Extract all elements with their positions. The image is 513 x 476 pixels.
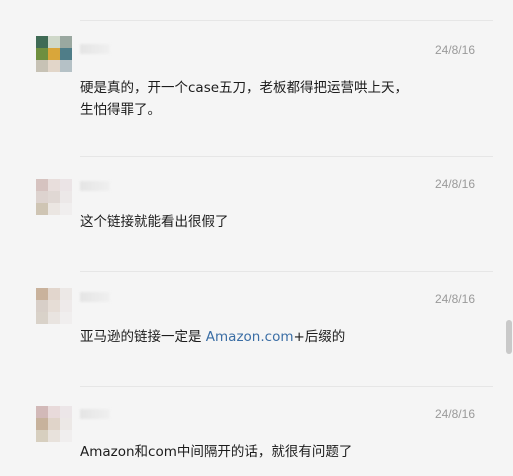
username-blurred[interactable] [80, 292, 110, 302]
avatar-pixel [60, 312, 72, 324]
divider [80, 156, 493, 157]
avatar-pixel [48, 36, 60, 48]
comment-date: 24/8/16 [434, 407, 475, 421]
comment-list: 24/8/16 硬是真的，开一个case五刀，老板都得把运营哄上天，生怕得罪了。… [0, 0, 505, 476]
avatar-pixel [60, 36, 72, 48]
avatar-pixel [60, 300, 72, 312]
comment-date: 24/8/16 [434, 177, 475, 191]
avatar-pixel [36, 179, 48, 191]
amazon-link-text[interactable]: Amazon.com [206, 329, 294, 345]
avatar-pixel [48, 203, 60, 215]
avatar-pixel [60, 48, 72, 60]
comment-text-suffix: +后缀的 [293, 329, 346, 345]
avatar-pixel [36, 406, 48, 418]
avatar-pixel [48, 48, 60, 60]
comment-date: 24/8/16 [434, 292, 475, 306]
avatar-pixel [36, 430, 48, 442]
avatar-pixel [60, 288, 72, 300]
avatar-pixel [36, 191, 48, 203]
comment-text-prefix: 亚马逊的链接一定是 [80, 329, 206, 345]
divider [80, 271, 493, 272]
avatar-pixel [60, 406, 72, 418]
avatar-pixel [48, 288, 60, 300]
avatar-pixel [48, 430, 60, 442]
avatar-pixel [36, 288, 48, 300]
divider [80, 386, 493, 387]
comment-date: 24/8/16 [434, 43, 475, 57]
scrollbar-thumb[interactable] [506, 320, 512, 354]
avatar-pixel [48, 60, 60, 72]
username-blurred[interactable] [80, 44, 110, 54]
avatar-pixel [60, 179, 72, 191]
avatar-pixel [48, 418, 60, 430]
comment-text: 硬是真的，开一个case五刀，老板都得把运营哄上天，生怕得罪了。 [80, 80, 409, 118]
avatar-pixel [60, 191, 72, 203]
divider [80, 20, 493, 21]
avatar-pixel [36, 418, 48, 430]
avatar-pixel [36, 36, 48, 48]
avatar[interactable] [36, 406, 72, 442]
avatar-pixel [48, 406, 60, 418]
comment-text: 亚马逊的链接一定是 Amazon.com+后缀的 [80, 326, 410, 348]
avatar-pixel [48, 312, 60, 324]
avatar-pixel [60, 203, 72, 215]
username-blurred[interactable] [80, 181, 110, 191]
avatar-pixel [36, 300, 48, 312]
avatar-pixel [36, 48, 48, 60]
avatar[interactable] [36, 288, 72, 324]
avatar-pixel [36, 312, 48, 324]
avatar[interactable] [36, 36, 72, 72]
avatar[interactable] [36, 179, 72, 215]
comment-text: Amazon和com中间隔开的话，就很有问题了 [80, 444, 353, 460]
comment-text: 这个链接就能看出很假了 [80, 214, 229, 230]
avatar-pixel [48, 300, 60, 312]
avatar-pixel [60, 418, 72, 430]
avatar-pixel [48, 191, 60, 203]
avatar-pixel [36, 203, 48, 215]
username-blurred[interactable] [80, 409, 110, 419]
avatar-pixel [36, 60, 48, 72]
avatar-pixel [48, 179, 60, 191]
scrollbar-track[interactable] [505, 0, 513, 476]
avatar-pixel [60, 430, 72, 442]
avatar-pixel [60, 60, 72, 72]
